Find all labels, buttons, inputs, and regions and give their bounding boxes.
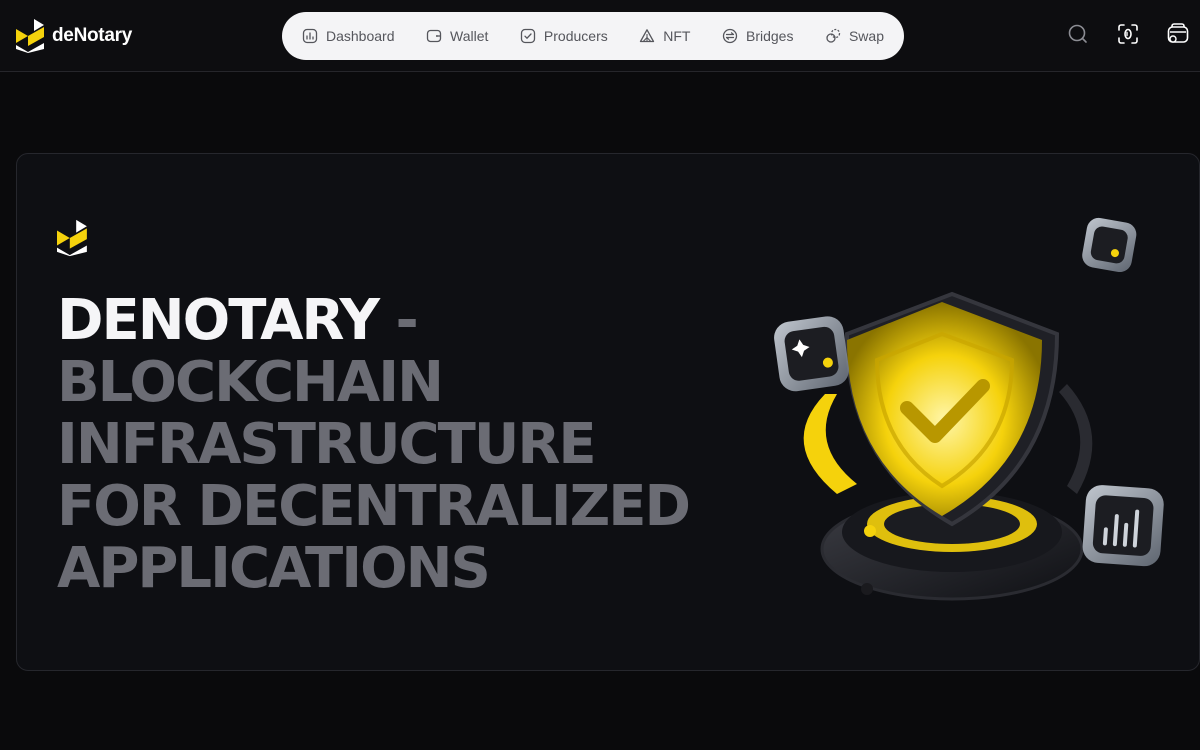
- top-navigation-bar: deNotary Dashboard Wallet Producers NFT …: [0, 0, 1200, 72]
- headline-main: DENOTARY: [57, 288, 380, 353]
- security-shield-illustration: [774, 217, 1164, 601]
- search-icon[interactable]: [1066, 22, 1090, 46]
- nft-icon: [640, 29, 655, 43]
- wallet-connect-icon[interactable]: [1166, 22, 1190, 46]
- nav-label-nft: NFT: [663, 28, 691, 44]
- hero-banner: DENOTARY - BLOCKCHAIN INFRASTRUCTURE FOR…: [16, 153, 1200, 671]
- scan-icon[interactable]: [1116, 22, 1140, 46]
- nav-item-dashboard[interactable]: Dashboard: [302, 28, 395, 44]
- hero-logo-icon: [57, 219, 87, 257]
- nav-item-swap[interactable]: Swap: [825, 28, 884, 44]
- main-nav: Dashboard Wallet Producers NFT Bridges S…: [282, 12, 904, 60]
- swap-icon: [826, 28, 841, 43]
- nav-item-wallet[interactable]: Wallet: [426, 28, 488, 44]
- top-actions: [1066, 22, 1190, 46]
- producers-icon: [520, 28, 536, 44]
- denotary-logo-icon: [16, 19, 44, 53]
- nav-item-nft[interactable]: NFT: [639, 28, 690, 44]
- brand-logo[interactable]: deNotary: [16, 18, 132, 54]
- dashboard-icon: [302, 28, 318, 44]
- nav-label-producers: Producers: [543, 28, 608, 44]
- nav-label-swap: Swap: [848, 28, 884, 44]
- nav-item-bridges[interactable]: Bridges: [722, 28, 793, 44]
- brand-name: deNotary: [52, 25, 132, 46]
- nav-label-wallet: Wallet: [450, 28, 489, 44]
- hero-headline: DENOTARY - BLOCKCHAIN INFRASTRUCTURE FOR…: [57, 290, 717, 600]
- bridges-icon: [722, 28, 738, 44]
- wallet-icon: [426, 29, 442, 43]
- nav-label-bridges: Bridges: [745, 28, 794, 44]
- nav-label-dashboard: Dashboard: [326, 28, 395, 44]
- nav-item-producers[interactable]: Producers: [520, 28, 608, 44]
